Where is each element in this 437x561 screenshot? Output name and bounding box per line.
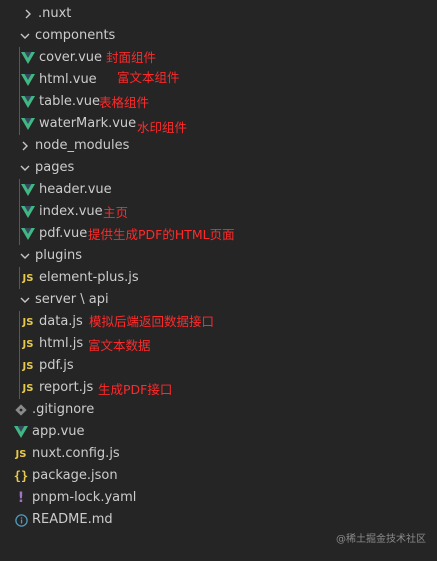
tree-item-label: plugins [35,248,82,263]
vue-icon [21,204,35,220]
chevron-down-icon[interactable] [18,248,31,264]
tree-item-label: table.vue [39,94,100,109]
yaml-icon: ! [17,490,25,506]
vue-icon [21,72,35,88]
js-icon: JS [22,272,34,284]
file-explorer: 封面组件 富文本组件 表格组件 水印组件 主页 提供生成PDF的HTML页面 模… [0,0,437,561]
tree-item-readme-md[interactable]: README.md [0,509,437,531]
chevron-down-icon[interactable] [18,28,31,44]
tree-item-label: pages [35,160,75,175]
tree-item-label: README.md [32,512,113,527]
tree-item-pages[interactable]: pages [0,157,437,179]
tree-item-label: .nuxt [38,6,72,21]
tree-item-plugins[interactable]: plugins [0,245,437,267]
tree-item-label: components [35,28,116,43]
tree-item-cover-vue[interactable]: cover.vue [0,47,437,69]
tree-item-label: cover.vue [39,50,103,65]
tree-item-label: server \ api [35,292,109,307]
tree-item-label: header.vue [39,182,112,197]
chevron-right-icon[interactable] [21,6,34,22]
tree-item-pdf-js[interactable]: JS pdf.js [0,355,437,377]
tree-item-watermark-vue[interactable]: waterMark.vue [0,113,437,135]
tree-item-label: pnpm-lock.yaml [32,490,137,505]
tree-item-data-js[interactable]: JS data.js [0,311,437,333]
tree-item-gitignore[interactable]: .gitignore [0,399,437,421]
js-icon: JS [22,382,34,394]
watermark: @稀土掘金技术社区 [336,534,426,545]
tree-item-label: html.js [39,336,84,351]
vue-icon [14,424,28,440]
tree-item-app-vue[interactable]: app.vue [0,421,437,443]
info-icon [14,512,28,528]
tree-item-label: pdf.js [39,358,74,373]
js-icon: JS [15,448,27,460]
vue-icon [21,226,35,242]
tree-item-package-json[interactable]: {} package.json [0,465,437,487]
tree-item-label: html.vue [39,72,97,87]
tree-item-label: .gitignore [32,402,95,417]
tree-item-header-vue[interactable]: header.vue [0,179,437,201]
tree-item-label: data.js [39,314,83,329]
tree-item-report-js[interactable]: JS report.js [0,377,437,399]
vue-icon [21,182,35,198]
vue-icon [21,94,35,110]
tree-item-pnpm-lock-yaml[interactable]: ! pnpm-lock.yaml [0,487,437,509]
git-icon [14,402,28,418]
tree-item-label: waterMark.vue [39,116,137,131]
tree-item-components[interactable]: components [0,25,437,47]
tree-item-label: index.vue [39,204,103,219]
tree-item-table-vue[interactable]: table.vue [0,91,437,113]
tree-item-element-plus-js[interactable]: JS element-plus.js [0,267,437,289]
tree-item-label: package.json [32,468,118,483]
tree-item-label: pdf.vue [39,226,88,241]
tree-item-label: app.vue [32,424,85,439]
tree-item-server-api[interactable]: server \ api [0,289,437,311]
vue-icon [21,116,35,132]
tree-item-label: report.js [39,380,94,395]
vue-icon [21,50,35,66]
chevron-right-icon[interactable] [18,138,31,154]
chevron-down-icon[interactable] [18,292,31,308]
tree-item-pdf-vue[interactable]: pdf.vue [0,223,437,245]
chevron-down-icon[interactable] [18,160,31,176]
tree-item-label: element-plus.js [39,270,139,285]
js-icon: JS [22,360,34,372]
tree-item-nuxt[interactable]: .nuxt [0,3,437,25]
tree-item-index-vue[interactable]: index.vue [0,201,437,223]
js-icon: JS [22,338,34,350]
tree-item-nuxt-config-js[interactable]: JS nuxt.config.js [0,443,437,465]
tree-item-node-modules[interactable]: node_modules [0,135,437,157]
tree-item-label: node_modules [35,138,130,153]
tree-item-html-vue[interactable]: html.vue [0,69,437,91]
tree-item-html-js[interactable]: JS html.js [0,333,437,355]
tree-item-label: nuxt.config.js [32,446,120,461]
js-icon: JS [22,316,34,328]
json-icon: {} [13,469,29,483]
